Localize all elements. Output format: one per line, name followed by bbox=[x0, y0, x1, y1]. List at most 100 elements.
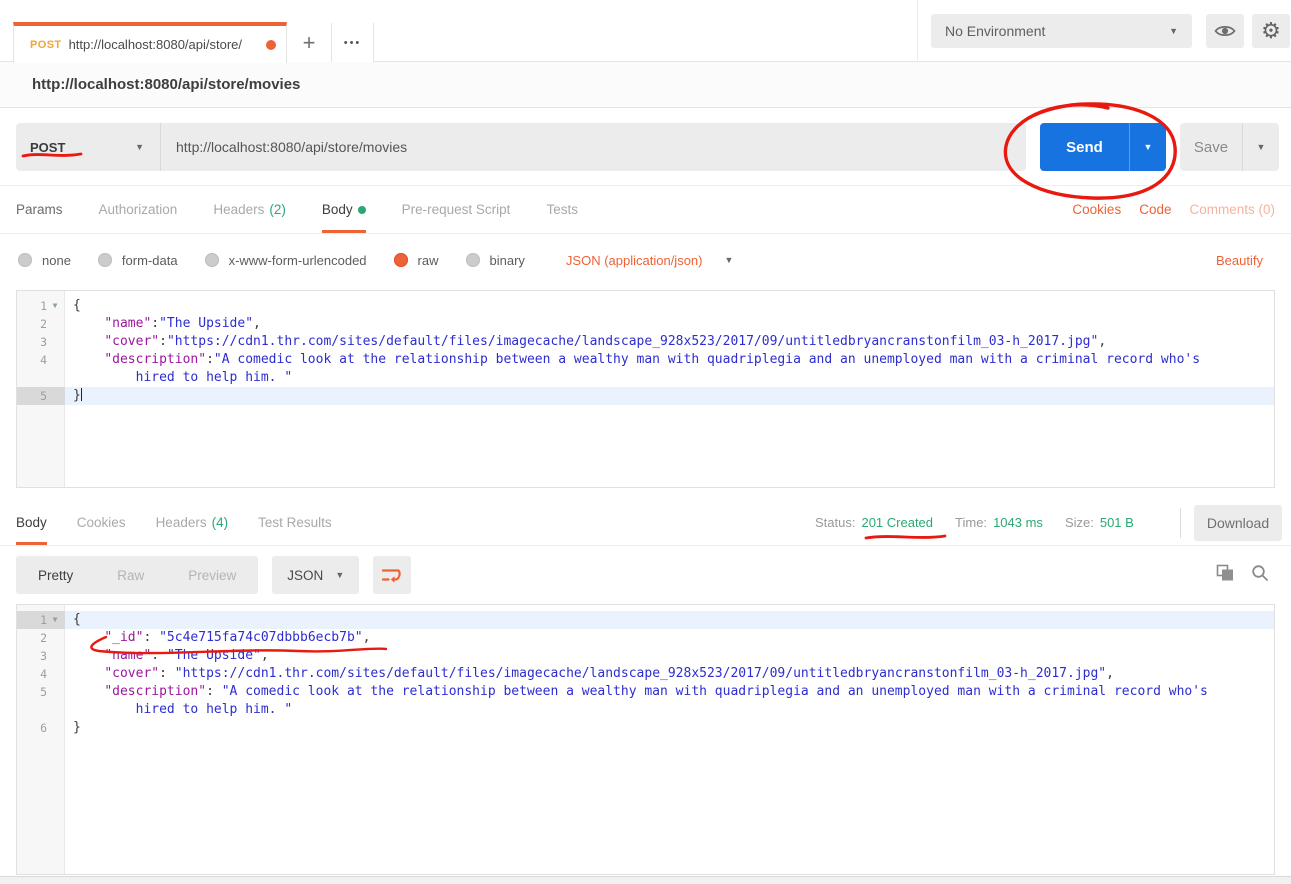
search-response-button[interactable] bbox=[1251, 564, 1269, 587]
environment-quicklook-button[interactable] bbox=[1206, 14, 1244, 48]
meta-divider bbox=[1180, 508, 1181, 538]
code-token: "name" bbox=[104, 648, 151, 663]
content-type-value: JSON (application/json) bbox=[566, 253, 703, 268]
response-tab-headers[interactable]: Headers(4) bbox=[156, 500, 229, 545]
link-code[interactable]: Code bbox=[1139, 202, 1171, 217]
url-input[interactable]: http://localhost:8080/api/store/movies bbox=[161, 123, 1026, 171]
code-token: "5c4e715fa74c07dbbb6ecb7b" bbox=[159, 630, 363, 645]
code-content: "description":"A comedic look at the rel… bbox=[65, 351, 1274, 387]
line-number: 4 bbox=[17, 351, 47, 387]
line-number: 1 bbox=[17, 297, 47, 315]
request-body-editor[interactable]: 1▼{2 "name":"The Upside",3 "cover":"http… bbox=[16, 290, 1275, 488]
radio-icon bbox=[98, 253, 112, 267]
radio-icon bbox=[205, 253, 219, 267]
code-token: , bbox=[1106, 666, 1114, 681]
new-tab-button[interactable]: + bbox=[287, 23, 332, 62]
wrap-text-icon bbox=[382, 567, 402, 584]
send-button[interactable]: Send bbox=[1040, 123, 1129, 171]
tab-params[interactable]: Params bbox=[16, 186, 63, 233]
beautify-link[interactable]: Beautify bbox=[1216, 253, 1263, 268]
code-line-2: 2 "_id": "5c4e715fa74c07dbbb6ecb7b", bbox=[17, 629, 1274, 647]
tab-label: Body bbox=[16, 515, 47, 530]
code-content: "_id": "5c4e715fa74c07dbbb6ecb7b", bbox=[65, 629, 1274, 647]
line-number: 4 bbox=[17, 665, 47, 683]
code-token bbox=[73, 352, 104, 367]
eye-icon bbox=[1214, 23, 1236, 39]
radio-icon bbox=[394, 253, 408, 267]
code-token: } bbox=[73, 720, 81, 735]
code-line-1: 1▼ { bbox=[17, 611, 1274, 629]
code-token: "The Upside" bbox=[159, 316, 253, 331]
gear-icon: ⚙ bbox=[1261, 19, 1281, 44]
method-selector[interactable]: POST ▼ bbox=[16, 123, 161, 171]
code-token: "name" bbox=[104, 316, 151, 331]
fold-spacer bbox=[47, 351, 63, 387]
response-body-editor: 1▼ {2 "_id": "5c4e715fa74c07dbbb6ecb7b",3… bbox=[16, 604, 1275, 875]
tab-body[interactable]: Body bbox=[322, 186, 366, 233]
copy-response-button[interactable] bbox=[1216, 564, 1234, 587]
code-content: } bbox=[65, 387, 1274, 405]
settings-button[interactable]: ⚙ bbox=[1252, 14, 1290, 48]
tab-label: Tests bbox=[546, 202, 578, 217]
code-token: : bbox=[143, 630, 159, 645]
radio-icon bbox=[18, 253, 32, 267]
code-line-3: 3 "name": "The Upside", bbox=[17, 647, 1274, 665]
tab-authorization[interactable]: Authorization bbox=[99, 186, 178, 233]
view-raw[interactable]: Raw bbox=[95, 568, 166, 583]
code-line-5: 5 "description": "A comedic look at the … bbox=[17, 683, 1274, 719]
gutter: 1▼ bbox=[17, 611, 65, 629]
view-pretty[interactable]: Pretty bbox=[16, 568, 95, 583]
response-right-icons bbox=[1216, 564, 1269, 587]
url-group: POST ▼ http://localhost:8080/api/store/m… bbox=[16, 123, 1026, 171]
request-title-bar: http://localhost:8080/api/store/movies bbox=[0, 62, 1291, 108]
code-token: "_id" bbox=[104, 630, 143, 645]
link-cookies[interactable]: Cookies bbox=[1072, 202, 1121, 217]
wrap-lines-button[interactable] bbox=[373, 556, 411, 594]
content-type-selector[interactable]: JSON (application/json) ▼ bbox=[566, 253, 733, 268]
view-preview[interactable]: Preview bbox=[166, 568, 258, 583]
code-token: "cover" bbox=[104, 666, 159, 681]
code-line-2: 2 "name":"The Upside", bbox=[17, 315, 1274, 333]
body-type-none[interactable]: none bbox=[18, 253, 71, 268]
response-tab-test-results[interactable]: Test Results bbox=[258, 500, 332, 545]
environment-selector[interactable]: No Environment ▼ bbox=[931, 14, 1192, 48]
body-type-x-www-form-urlencoded[interactable]: x-www-form-urlencoded bbox=[205, 253, 367, 268]
body-type-form-data[interactable]: form-data bbox=[98, 253, 178, 268]
line-number: 2 bbox=[17, 629, 47, 647]
tab-tests[interactable]: Tests bbox=[546, 186, 578, 233]
response-tabs: Body Cookies Headers(4) Test Results bbox=[16, 500, 332, 545]
gutter: 3 bbox=[17, 333, 65, 351]
copy-icon bbox=[1216, 564, 1234, 582]
request-title: http://localhost:8080/api/store/movies bbox=[32, 76, 300, 93]
save-options-button[interactable]: ▼ bbox=[1242, 123, 1279, 171]
gutter: 5 bbox=[17, 387, 65, 405]
gutter: 2 bbox=[17, 315, 65, 333]
code-token: : bbox=[206, 352, 214, 367]
link-comments-0-[interactable]: Comments (0) bbox=[1189, 202, 1275, 217]
code-line-1: 1▼{ bbox=[17, 297, 1274, 315]
response-format-selector[interactable]: JSON ▼ bbox=[272, 556, 359, 594]
tab-label: Pre-request Script bbox=[402, 202, 511, 217]
code-token bbox=[73, 334, 104, 349]
body-type-binary[interactable]: binary bbox=[466, 253, 525, 268]
code-content: "cover": "https://cdn1.thr.com/sites/def… bbox=[65, 665, 1274, 683]
tab-options-button[interactable]: ••• bbox=[332, 23, 374, 62]
fold-spacer bbox=[47, 719, 63, 737]
text-cursor bbox=[81, 388, 82, 401]
code-token: : bbox=[159, 334, 167, 349]
fold-spacer bbox=[47, 647, 63, 665]
save-button[interactable]: Save bbox=[1180, 123, 1242, 171]
tab-count-badge: (4) bbox=[212, 515, 229, 530]
send-button-group: Send ▼ bbox=[1040, 123, 1166, 171]
code-content: } bbox=[65, 719, 1274, 737]
code-token: { bbox=[73, 612, 81, 627]
download-button[interactable]: Download bbox=[1194, 505, 1282, 541]
fold-spacer bbox=[47, 315, 63, 333]
tab-headers[interactable]: Headers(2) bbox=[213, 186, 286, 233]
response-tab-body[interactable]: Body bbox=[16, 500, 47, 545]
send-options-button[interactable]: ▼ bbox=[1129, 123, 1166, 171]
response-tab-cookies[interactable]: Cookies bbox=[77, 500, 126, 545]
body-type-raw[interactable]: raw bbox=[394, 253, 439, 268]
request-tab[interactable]: POST http://localhost:8080/api/store/ bbox=[13, 22, 287, 63]
tab-pre-request-script[interactable]: Pre-request Script bbox=[402, 186, 511, 233]
